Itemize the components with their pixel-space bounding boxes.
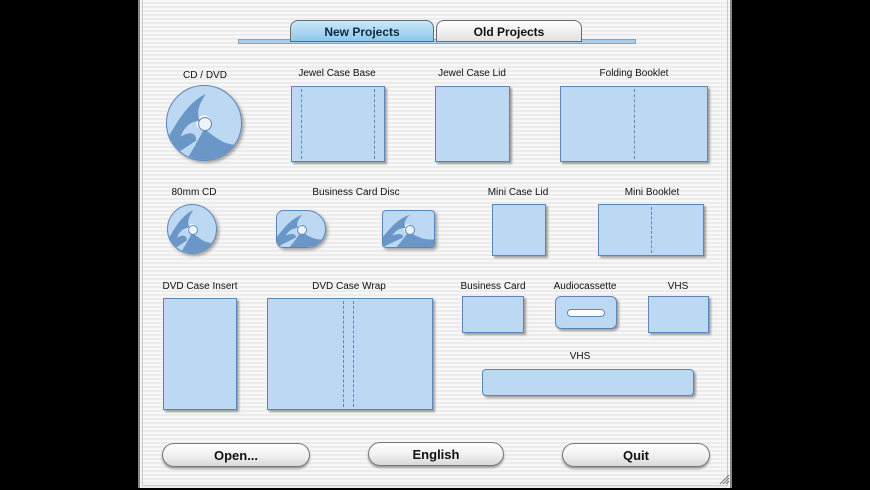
mini-case-lid-project[interactable]: [492, 204, 546, 256]
cassette-window: [567, 309, 605, 317]
tab-old-projects[interactable]: Old Projects: [436, 20, 582, 42]
dvd-case-wrap-project[interactable]: [267, 298, 433, 410]
label-jewel-case-base: Jewel Case Base: [298, 68, 376, 79]
disc-hole: [297, 225, 307, 235]
vhs-spine-project[interactable]: [482, 369, 694, 396]
fold-line: [651, 207, 652, 253]
audiocassette-project[interactable]: [555, 296, 617, 329]
business-card-disc-project-a[interactable]: [276, 210, 326, 248]
quit-button[interactable]: Quit: [562, 443, 710, 467]
label-dvd-case-wrap: DVD Case Wrap: [312, 281, 386, 292]
label-audiocassette: Audiocassette: [553, 281, 617, 292]
app-window: New Projects Old Projects CD / DVD Jewel…: [138, 0, 732, 488]
jewel-case-base-project[interactable]: [291, 86, 385, 162]
business-card-project[interactable]: [462, 296, 524, 333]
language-button[interactable]: English: [368, 442, 504, 466]
fold-line: [374, 89, 375, 159]
label-80mm-cd: 80mm CD: [171, 187, 217, 198]
fold-line: [353, 301, 354, 407]
disc-hole: [188, 225, 198, 235]
folding-booklet-project[interactable]: [560, 86, 708, 162]
disc-hole: [405, 225, 415, 235]
label-jewel-case-lid: Jewel Case Lid: [438, 68, 506, 79]
jewel-case-lid-project[interactable]: [435, 86, 510, 162]
80mm-cd-project[interactable]: [167, 204, 217, 254]
fold-line: [634, 89, 635, 159]
open-button[interactable]: Open...: [162, 443, 310, 467]
label-vhs-small: VHS: [667, 281, 689, 292]
label-business-card: Business Card: [460, 281, 526, 292]
mini-booklet-project[interactable]: [598, 204, 704, 256]
label-cd-dvd: CD / DVD: [183, 70, 227, 81]
label-mini-case-lid: Mini Case Lid: [487, 187, 549, 198]
vhs-label-project[interactable]: [648, 296, 709, 333]
cd-dvd-project[interactable]: [166, 85, 242, 161]
business-card-disc-project-b[interactable]: [382, 210, 435, 248]
disc-hole: [198, 117, 212, 131]
label-vhs-spine: VHS: [569, 351, 591, 362]
label-mini-booklet: Mini Booklet: [624, 187, 680, 198]
label-business-card-disc: Business Card Disc: [312, 187, 400, 198]
fold-line: [343, 301, 344, 407]
tab-new-projects[interactable]: New Projects: [290, 20, 434, 42]
fold-line: [301, 89, 302, 159]
dvd-case-insert-project[interactable]: [163, 298, 237, 410]
resize-grip-icon[interactable]: [718, 473, 730, 485]
label-folding-booklet: Folding Booklet: [599, 68, 669, 79]
label-dvd-case-insert: DVD Case Insert: [162, 281, 238, 292]
